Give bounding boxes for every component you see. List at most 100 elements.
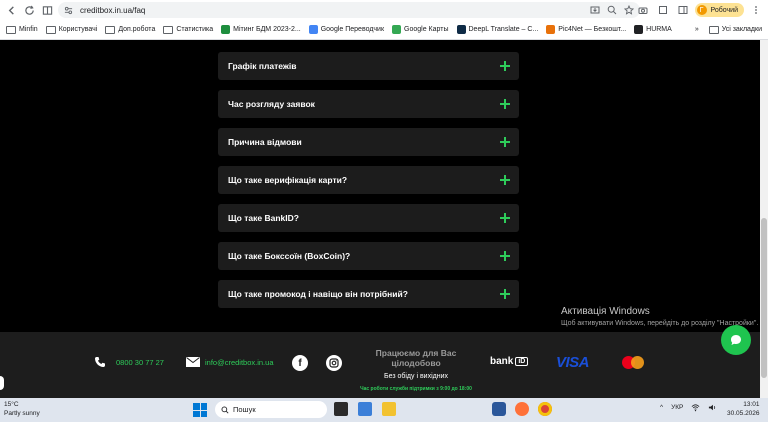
plus-icon[interactable] bbox=[500, 251, 510, 261]
bookmark-item[interactable]: Мітинг БДМ 2023-2... bbox=[221, 25, 301, 34]
faq-question: Час розгляду заявок bbox=[228, 99, 315, 109]
taskbar-pinned-left bbox=[334, 402, 396, 416]
faq-item[interactable]: Час розгляду заявок bbox=[218, 90, 519, 118]
bookmarks-bar-right: » Усі закладки bbox=[695, 21, 762, 38]
footer-phone-text: 0800 30 77 27 bbox=[116, 357, 164, 367]
bookmark-item[interactable]: Google Переводчик bbox=[308, 25, 384, 34]
word-icon[interactable] bbox=[492, 402, 506, 416]
bookmarks-more-button[interactable]: » bbox=[695, 26, 699, 33]
wifi-icon[interactable] bbox=[691, 403, 700, 412]
faq-item[interactable]: Що таке Боксcoїн (BoxCoin)? bbox=[218, 242, 519, 270]
plus-icon[interactable] bbox=[500, 289, 510, 299]
bookmark-item[interactable]: Статистика bbox=[163, 25, 214, 34]
faq-item[interactable]: Причина відмови bbox=[218, 128, 519, 156]
support-hours: Час роботи служби підтримки з 9:00 до 18… bbox=[360, 386, 472, 392]
browser-top-right: Г Робочий bbox=[635, 0, 768, 20]
split-view-icon[interactable] bbox=[38, 1, 56, 19]
work-subheading: Без обіду і вихідних bbox=[383, 373, 449, 380]
favicon-icon bbox=[221, 25, 231, 34]
bookmark-item[interactable]: Google Карты bbox=[392, 25, 449, 34]
plus-icon[interactable] bbox=[500, 175, 510, 185]
sidebar-icon[interactable] bbox=[675, 2, 691, 18]
all-bookmarks-label: Усі закладки bbox=[721, 26, 762, 33]
site-footer: 0800 30 77 27 info@creditbox.in.ua f Пра… bbox=[0, 332, 760, 398]
install-app-icon[interactable] bbox=[589, 4, 600, 15]
taskbar-clock[interactable]: 13:01 30.05.2026 bbox=[727, 401, 760, 419]
plus-icon[interactable] bbox=[500, 213, 510, 223]
bookmark-label: Користувачі bbox=[58, 26, 98, 33]
page-scrollbar[interactable] bbox=[760, 40, 768, 398]
volume-icon[interactable] bbox=[708, 403, 717, 412]
bookmark-item[interactable]: HURMA bbox=[634, 25, 672, 34]
side-widget-tab[interactable] bbox=[0, 376, 4, 390]
back-icon[interactable] bbox=[2, 1, 20, 19]
weather-widget[interactable]: 15°C Partly sunny bbox=[4, 401, 40, 417]
bookmark-label: Google Карты bbox=[404, 26, 449, 33]
chat-icon bbox=[731, 335, 741, 345]
system-tray: ^ УКР bbox=[660, 403, 717, 412]
favicon-icon bbox=[634, 25, 644, 34]
file-explorer-icon[interactable] bbox=[382, 402, 396, 416]
bookmark-item[interactable]: Minfin bbox=[6, 25, 38, 34]
chat-button[interactable] bbox=[721, 325, 751, 355]
faq-item[interactable]: Що таке верифікація карти? bbox=[218, 166, 519, 194]
folder-icon bbox=[105, 25, 116, 34]
search-placeholder: Пошук bbox=[233, 405, 256, 414]
footer-phone[interactable]: 0800 30 77 27 bbox=[94, 356, 164, 368]
bookmark-label: DeepL Translate – С... bbox=[468, 26, 539, 33]
profile-button[interactable]: Г Робочий bbox=[694, 3, 744, 17]
task-view-icon[interactable] bbox=[334, 402, 348, 416]
more-menu-icon[interactable] bbox=[748, 2, 764, 18]
bookmark-item[interactable]: Користувачі bbox=[45, 25, 98, 34]
reload-icon[interactable] bbox=[20, 1, 38, 19]
camera-icon[interactable] bbox=[635, 2, 651, 18]
faq-item[interactable]: Що таке BankID? bbox=[218, 204, 519, 232]
extensions-icon[interactable] bbox=[655, 2, 671, 18]
plus-icon[interactable] bbox=[500, 137, 510, 147]
all-bookmarks-button[interactable]: Усі закладки bbox=[708, 25, 762, 34]
plus-icon[interactable] bbox=[500, 99, 510, 109]
windows-start-icon[interactable] bbox=[193, 403, 207, 417]
zoom-icon[interactable] bbox=[606, 4, 617, 15]
work-heading: Працюємо для Вас цілодобово bbox=[375, 348, 457, 368]
folder-icon bbox=[6, 25, 16, 34]
bookmark-item[interactable]: Доп.робота bbox=[105, 25, 155, 34]
clock-date: 30.05.2026 bbox=[727, 410, 760, 417]
tray-chevron-icon[interactable]: ^ bbox=[660, 404, 663, 411]
folder-icon bbox=[708, 25, 719, 34]
bookmark-label: Статистика bbox=[176, 26, 214, 33]
activation-title: Активація Windows bbox=[561, 306, 650, 317]
visa-logo: VISA bbox=[556, 354, 590, 371]
scrollbar-thumb[interactable] bbox=[761, 218, 767, 378]
faq-item[interactable]: Що таке промокод і навіщо він потрібний? bbox=[218, 280, 519, 308]
avatar: Г bbox=[696, 5, 707, 15]
facebook-icon[interactable]: f bbox=[292, 355, 308, 371]
taskbar-search[interactable]: Пошук bbox=[215, 401, 327, 418]
chrome-icon[interactable] bbox=[538, 402, 552, 416]
url-text: creditbox.in.ua/faq bbox=[80, 5, 146, 15]
plus-icon[interactable] bbox=[500, 61, 510, 71]
bookmark-label: Minfin bbox=[19, 26, 38, 33]
apps-icon[interactable] bbox=[358, 402, 372, 416]
favicon-icon bbox=[456, 25, 466, 34]
site-info-icon[interactable] bbox=[64, 5, 74, 15]
footer-email[interactable]: info@creditbox.in.ua bbox=[186, 357, 274, 367]
bankid-text: bank bbox=[490, 356, 514, 367]
bookmark-label: HURMA bbox=[646, 26, 672, 33]
firefox-icon[interactable] bbox=[515, 402, 529, 416]
bookmarks-bar: Minfin Користувачі Доп.робота Статистика Міт… bbox=[0, 21, 768, 38]
windows-taskbar: 15°C Partly sunny Пошук ^ УКР 13:01 30.0… bbox=[0, 398, 768, 422]
faq-question: Що таке Боксcoїн (BoxCoin)? bbox=[228, 251, 351, 261]
bookmark-item[interactable]: Pic4Net — Безкошт... bbox=[546, 25, 626, 34]
faq-question: Що таке BankID? bbox=[228, 213, 299, 223]
bookmark-item[interactable]: DeepL Translate – С... bbox=[456, 25, 539, 34]
taskbar-pinned-right bbox=[492, 402, 552, 416]
favicon-icon bbox=[392, 25, 402, 34]
address-bar[interactable]: creditbox.in.ua/faq bbox=[58, 2, 640, 18]
bookmark-label: Мітинг БДМ 2023-2... bbox=[233, 26, 301, 33]
language-indicator[interactable]: УКР bbox=[671, 404, 683, 411]
favicon-icon bbox=[308, 25, 318, 34]
bookmark-star-icon[interactable] bbox=[623, 4, 634, 15]
instagram-icon[interactable] bbox=[326, 355, 342, 371]
faq-item[interactable]: Графік платежів bbox=[218, 52, 519, 80]
